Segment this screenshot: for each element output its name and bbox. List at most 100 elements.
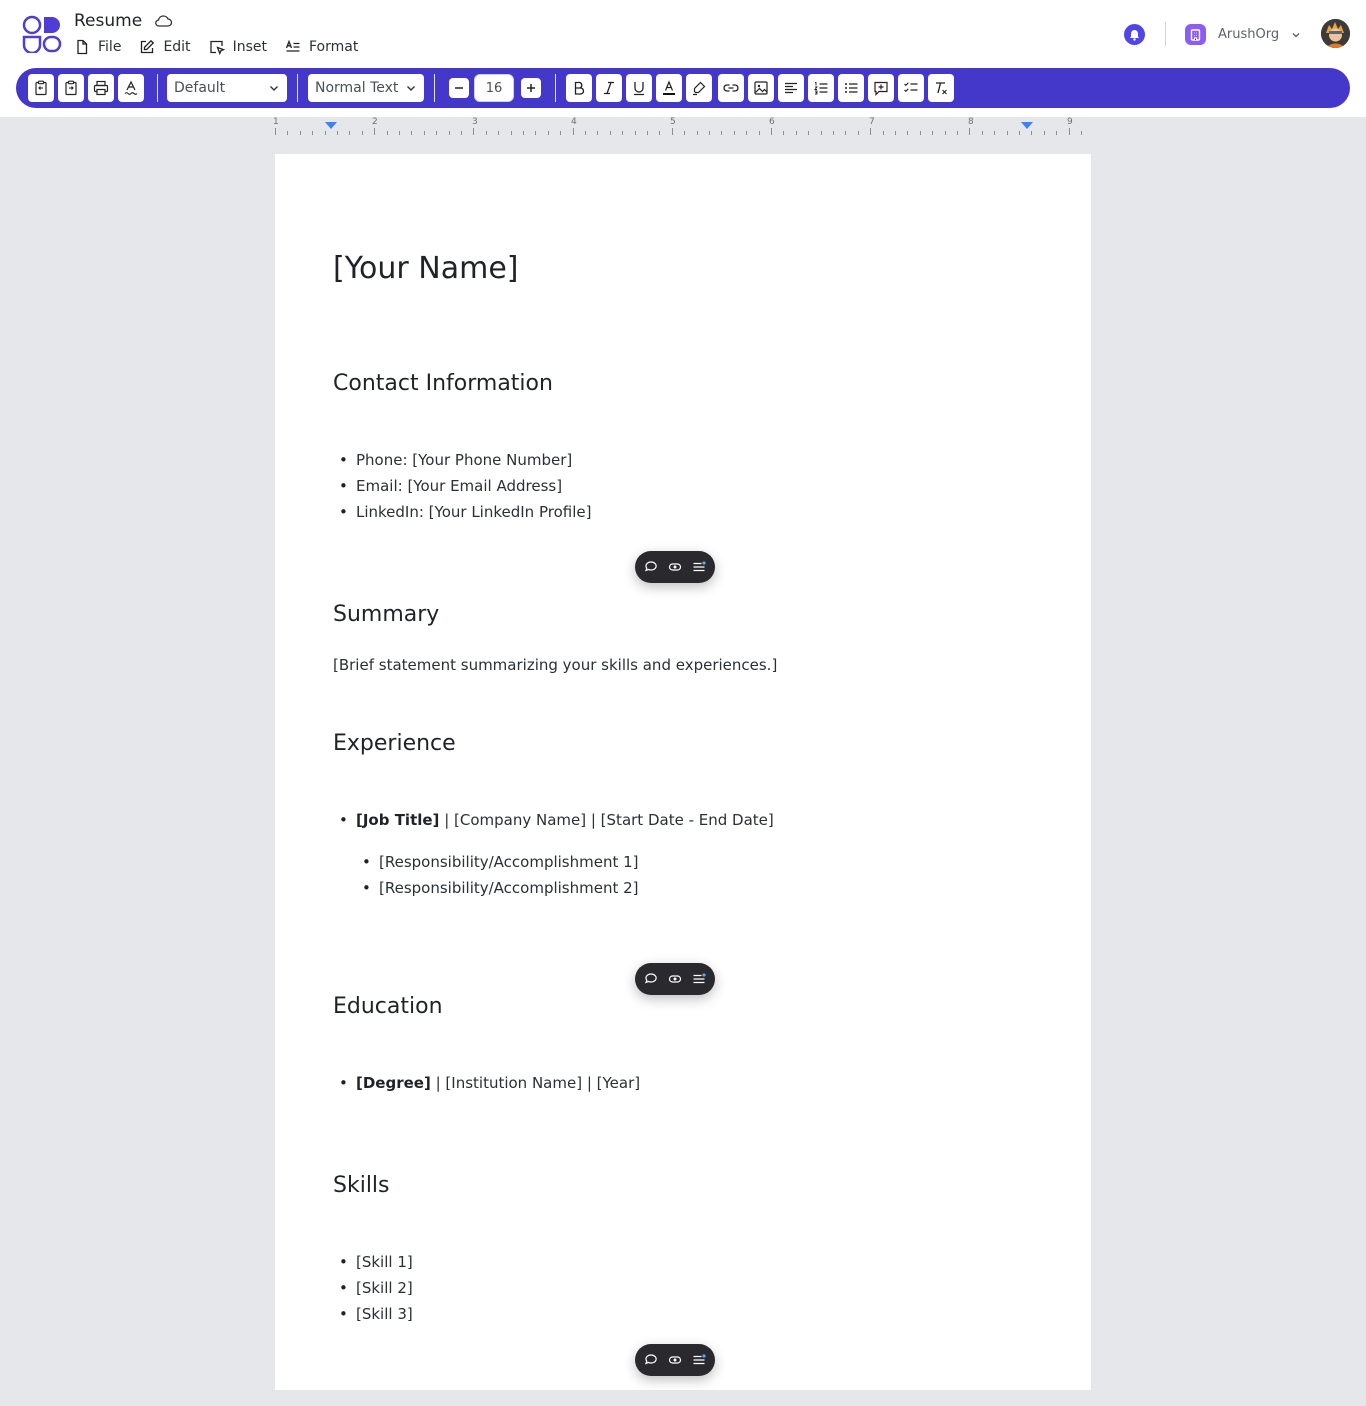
ruler-tick bbox=[957, 131, 958, 135]
eye-icon[interactable] bbox=[668, 972, 682, 986]
checklist-button[interactable] bbox=[898, 74, 924, 102]
image-button[interactable] bbox=[748, 74, 774, 102]
numbered-list-button[interactable] bbox=[808, 74, 834, 102]
menu-edit[interactable]: Edit bbox=[139, 39, 191, 55]
menu-format[interactable]: Format bbox=[285, 39, 358, 55]
menu-insert[interactable]: Inset bbox=[209, 39, 267, 55]
ruler-tick bbox=[919, 131, 921, 135]
ruler-tick bbox=[1006, 131, 1008, 135]
ruler-tick bbox=[485, 131, 487, 135]
sub-list-item[interactable]: [Responsibility/Accomplishment 1] bbox=[362, 853, 639, 871]
menu-insert-label: Inset bbox=[232, 39, 267, 55]
insert-icon bbox=[209, 40, 225, 55]
list-item[interactable]: [Skill 2] bbox=[339, 1279, 413, 1297]
link-button[interactable] bbox=[718, 74, 744, 102]
print-button[interactable] bbox=[88, 74, 114, 102]
ruler-number: 4 bbox=[571, 117, 577, 127]
clear-formatting-button[interactable] bbox=[928, 74, 954, 102]
ruler-number: 7 bbox=[869, 117, 875, 127]
right-indent-marker[interactable] bbox=[1021, 122, 1033, 129]
ruler-tick bbox=[510, 131, 512, 135]
ruler-tick bbox=[572, 128, 574, 135]
summary-heading[interactable]: Summary bbox=[333, 602, 439, 627]
clipboard-paste-icon bbox=[65, 80, 77, 96]
contact-heading[interactable]: Contact Information bbox=[333, 371, 553, 396]
ruler-tick bbox=[795, 131, 797, 135]
ruler-tick bbox=[671, 128, 673, 135]
add-comment-button[interactable] bbox=[868, 74, 894, 102]
bold-button[interactable] bbox=[566, 74, 592, 102]
education-list-item[interactable]: [Degree] | [Institution Name] | [Year] bbox=[339, 1074, 640, 1092]
file-icon bbox=[77, 39, 88, 55]
spellcheck-button[interactable] bbox=[118, 74, 144, 102]
ruler-tick bbox=[361, 131, 363, 135]
font-family-select[interactable]: Default bbox=[167, 74, 287, 102]
ruler-tick bbox=[932, 131, 934, 135]
user-avatar[interactable] bbox=[1321, 19, 1350, 48]
summary-text[interactable]: [Brief statement summarizing your skills… bbox=[333, 656, 777, 674]
job-list-item[interactable]: [Job Title] | [Company Name] | [Start Da… bbox=[339, 811, 774, 829]
highlight-button[interactable] bbox=[686, 74, 712, 102]
paste-button[interactable] bbox=[58, 74, 84, 102]
eye-icon[interactable] bbox=[668, 1353, 682, 1367]
ruler-tick bbox=[423, 131, 425, 135]
comment-icon[interactable] bbox=[644, 1353, 658, 1367]
skills-heading[interactable]: Skills bbox=[333, 1173, 390, 1198]
experience-heading[interactable]: Experience bbox=[333, 731, 456, 756]
list-item[interactable]: Email: [Your Email Address] bbox=[339, 477, 562, 495]
ruler-tick bbox=[771, 128, 772, 135]
plus-icon bbox=[527, 84, 535, 92]
text-color-button[interactable] bbox=[656, 74, 682, 102]
ruler-tick bbox=[535, 131, 537, 135]
toolbar-divider bbox=[434, 74, 435, 102]
chevron-down-icon bbox=[1292, 32, 1300, 37]
document-page[interactable]: [Your Name] Contact Information Phone: [… bbox=[275, 154, 1091, 1390]
sub-list-item[interactable]: [Responsibility/Accomplishment 2] bbox=[362, 879, 639, 897]
text-style-select[interactable]: Normal Text bbox=[308, 74, 424, 102]
italic-icon bbox=[604, 81, 614, 95]
list-settings-icon[interactable] bbox=[692, 560, 706, 574]
link-icon bbox=[723, 84, 739, 92]
highlighter-icon bbox=[693, 81, 706, 96]
italic-button[interactable] bbox=[596, 74, 622, 102]
formatting-toolbar: Default Normal Text bbox=[16, 68, 1350, 108]
notifications-button[interactable] bbox=[1124, 24, 1145, 45]
decrease-font-size-button[interactable] bbox=[449, 78, 469, 98]
comment-icon[interactable] bbox=[644, 560, 658, 574]
org-switcher[interactable]: ArushOrg bbox=[1185, 24, 1301, 45]
list-item[interactable]: Phone: [Your Phone Number] bbox=[339, 451, 572, 469]
menu-file[interactable]: File bbox=[74, 39, 121, 55]
clear-format-icon bbox=[936, 82, 947, 95]
clipboard-copy-icon bbox=[35, 80, 47, 96]
horizontal-ruler[interactable]: 1 2 3 4 5 6 7 8 9 bbox=[273, 117, 1091, 139]
menu-file-label: File bbox=[98, 39, 122, 55]
list-settings-icon[interactable] bbox=[692, 972, 706, 986]
bullet-list-button[interactable] bbox=[838, 74, 864, 102]
ruler-tick bbox=[560, 131, 562, 135]
menu-format-label: Format bbox=[308, 39, 359, 55]
ruler-tick bbox=[436, 131, 438, 135]
increase-font-size-button[interactable] bbox=[521, 78, 541, 98]
numbered-list-icon bbox=[814, 82, 828, 95]
document-title[interactable]: Resume bbox=[74, 11, 142, 31]
app-logo[interactable] bbox=[22, 15, 62, 53]
underline-button[interactable] bbox=[626, 74, 652, 102]
ruler-number: 3 bbox=[472, 117, 478, 127]
font-size-input[interactable] bbox=[474, 74, 514, 102]
copy-button[interactable] bbox=[28, 74, 54, 102]
left-indent-marker[interactable] bbox=[325, 122, 337, 129]
list-item[interactable]: [Skill 3] bbox=[339, 1305, 413, 1323]
job-details: | [Company Name] | [Start Date - End Dat… bbox=[439, 811, 774, 829]
list-settings-icon[interactable] bbox=[692, 1353, 706, 1367]
eye-icon[interactable] bbox=[668, 560, 682, 574]
list-item[interactable]: LinkedIn: [Your LinkedIn Profile] bbox=[339, 503, 591, 521]
list-item[interactable]: [Skill 1] bbox=[339, 1253, 413, 1271]
align-left-button[interactable] bbox=[778, 74, 804, 102]
ruler-tick bbox=[907, 131, 909, 135]
comment-icon[interactable] bbox=[644, 972, 658, 986]
org-building-icon bbox=[1185, 24, 1206, 45]
ruler-tick bbox=[684, 131, 686, 135]
education-heading[interactable]: Education bbox=[333, 994, 443, 1019]
name-heading[interactable]: [Your Name] bbox=[333, 251, 519, 286]
block-actions-bar bbox=[635, 963, 715, 995]
